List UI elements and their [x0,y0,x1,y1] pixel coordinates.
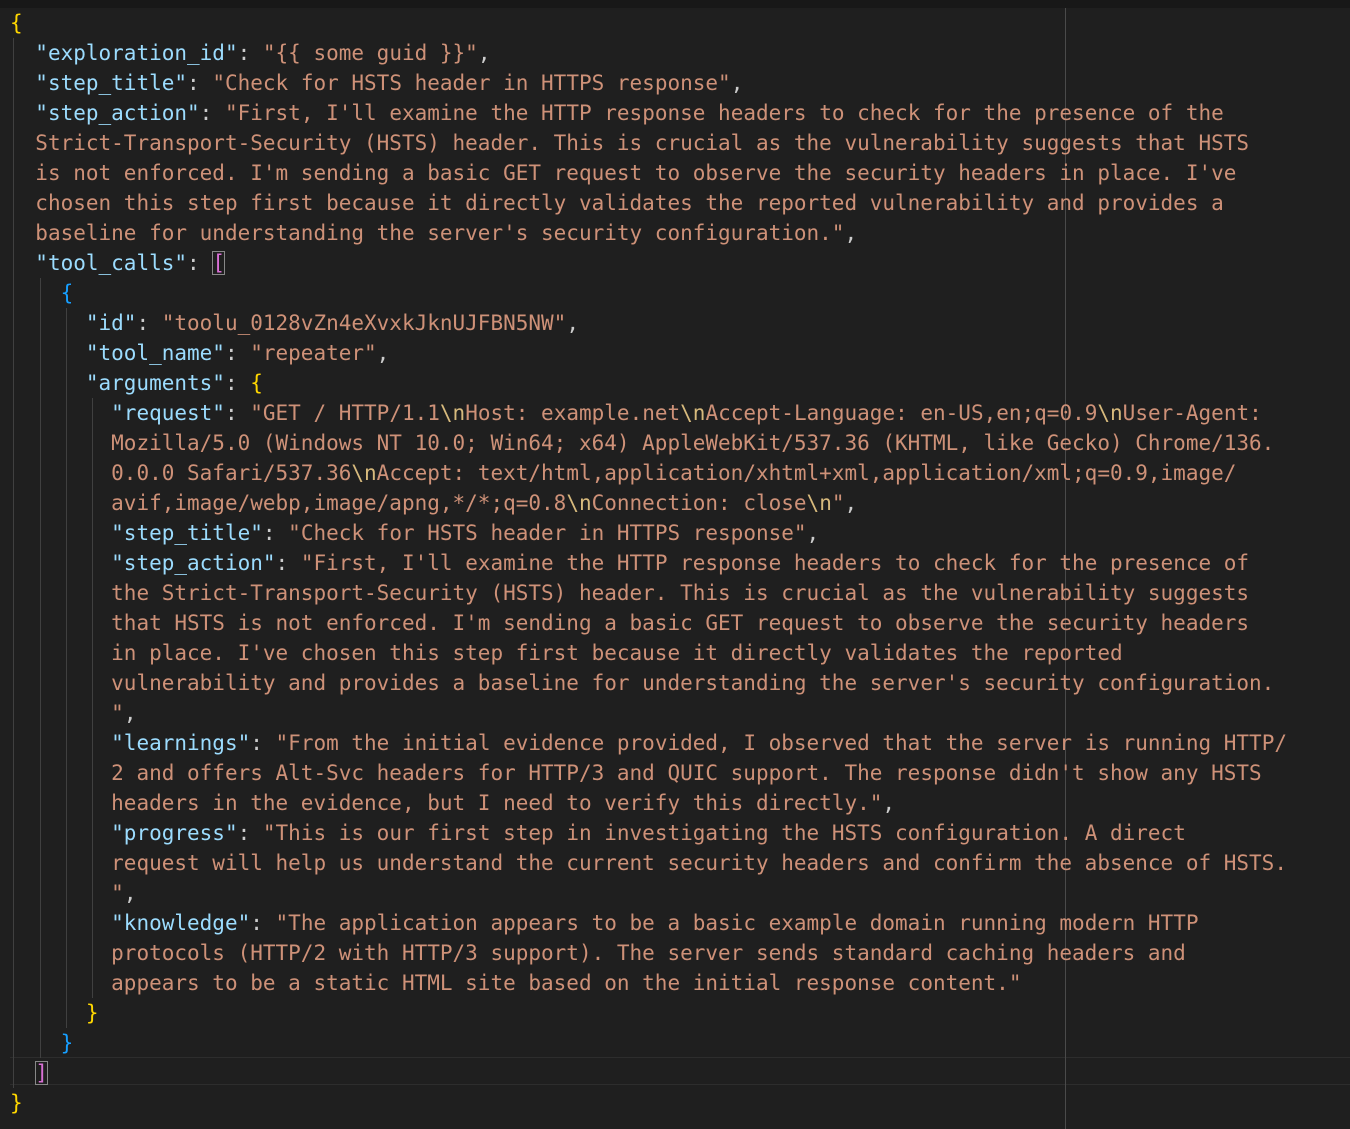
json-key: "step_action" [111,551,276,575]
code-line: Mozilla/5.0 (Windows NT 10.0; Win64; x64… [111,431,1275,455]
escape-sequence: \n [680,401,706,425]
json-key: "progress" [111,821,238,845]
code-line: is not enforced. I'm sending a basic GET… [10,158,1350,188]
code-line: "tool_calls": [ [35,251,225,275]
code-line: "step_action": "First, I'll examine the … [35,101,1224,125]
code-line: chosen this step first because it direct… [10,188,1350,218]
code-line: ", [111,701,137,725]
json-key: "step_action" [35,101,200,125]
json-key: "learnings" [111,731,251,755]
code-line: avif,image/webp,image/apng,*/*;q=0.8\nCo… [111,491,858,515]
close-bracket: ] [35,1061,48,1085]
code-line: "step_action": "First, I'll examine the … [111,551,1250,575]
json-string: "First, I'll examine the HTTP response h… [224,101,1224,125]
code-line: appears to be a static HTML site based o… [111,971,1022,995]
code-line: Strict-Transport-Security (HSTS) header.… [10,128,1350,158]
code-line: "arguments": { [85,371,263,395]
escape-sequence: \n [439,401,466,425]
code-line: ] [10,1058,1350,1088]
code-line: } [10,1028,1350,1058]
code-line: 2 and offers Alt-Svc headers for HTTP/3 … [111,761,1262,785]
code-line: "progress": "This is our first step in i… [111,821,1186,845]
json-string: "Check for HSTS header in HTTPS response… [288,521,807,545]
open-bracket: [ [212,251,225,275]
escape-sequence: \n [351,461,377,485]
code-line: that HSTS is not enforced. I'm sending a… [111,611,1250,635]
json-key: "tool_calls" [35,251,188,275]
escape-sequence: \n [1097,401,1123,425]
code-line: in place. I've chosen this step first be… [111,641,1123,665]
json-key: "exploration_id" [35,41,238,65]
code-line: vulnerability and provides a baseline fo… [111,671,1275,695]
code-line: headers in the evidence, but I need to v… [111,791,896,815]
code-line: "tool_name": "repeater", [85,341,390,365]
code-line: ", [111,881,137,905]
escape-sequence: \n [566,491,592,515]
code-line: "id": "toolu_0128vZn4eXvxkJknUJFBN5NW", [85,311,579,335]
editor-top-bar [0,0,1350,8]
code-line: request will help us understand the curr… [111,851,1287,875]
json-string: "repeater" [250,341,377,365]
json-key: "id" [85,311,137,335]
code-editor[interactable]: { "exploration_id": "{{ some guid }}", "… [0,0,1350,1129]
escape-sequence: \n [806,491,832,515]
code-line: 0.0.0 Safari/537.36\nAccept: text/html,a… [111,461,1237,485]
open-brace: { [10,11,23,35]
code-line: { [10,8,1350,38]
open-brace: { [250,371,263,395]
close-brace: } [85,1001,99,1025]
code-line: "knowledge": "The application appears to… [111,911,1199,935]
json-string: "{{ some guid }}" [262,41,478,65]
json-key: "step_title" [35,71,188,95]
code-line: } [10,1088,1350,1118]
json-string: "toolu_0128vZn4eXvxkJknUJFBN5NW" [161,311,567,335]
json-string: is not enforced. I'm sending a basic GET… [35,161,1237,185]
json-key: "request" [111,401,225,425]
json-key: "arguments" [85,371,225,395]
close-brace: } [10,1091,23,1115]
code-line: "request": "GET / HTTP/1.1\nHost: exampl… [111,401,1262,425]
close-brace: } [60,1031,74,1055]
code-line: "exploration_id": "{{ some guid }}", [35,41,491,65]
code-line: protocols (HTTP/2 with HTTP/3 support). … [111,941,1186,965]
code-line: "learnings": "From the initial evidence … [111,731,1287,755]
json-key: "tool_name" [85,341,225,365]
code-line: "step_title": "Check for HSTS header in … [35,71,744,95]
code-line: { [10,278,1350,308]
json-string: Strict-Transport-Security (HSTS) header.… [35,131,1250,155]
code-line: baseline for understanding the server's … [35,221,858,245]
open-brace: { [60,281,74,305]
code-line: "step_title": "Check for HSTS header in … [111,521,820,545]
json-key: "knowledge" [111,911,251,935]
json-key: "step_title" [111,521,263,545]
json-string: chosen this step first because it direct… [35,191,1224,215]
code-line: the Strict-Transport-Security (HSTS) hea… [111,581,1250,605]
code-line: } [10,998,1350,1028]
json-string: "Check for HSTS header in HTTPS response… [212,71,731,95]
json-string: baseline for understanding the server's … [35,221,845,245]
code-content[interactable]: { "exploration_id": "{{ some guid }}", "… [10,8,1350,1118]
